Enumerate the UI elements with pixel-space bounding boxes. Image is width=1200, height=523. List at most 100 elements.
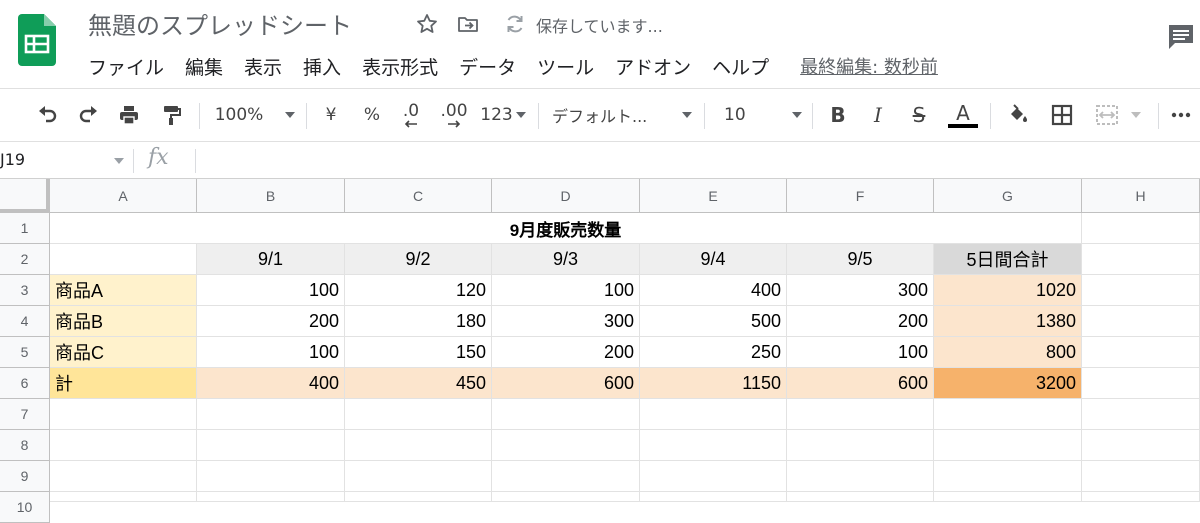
empty-cell[interactable] <box>934 492 1082 502</box>
value-cell[interactable]: 400 <box>640 275 787 306</box>
chevron-down-icon[interactable] <box>114 158 124 164</box>
menu-addons[interactable]: アドオン <box>615 53 691 80</box>
star-icon[interactable] <box>415 12 439 36</box>
more-options-icon[interactable] <box>1166 89 1196 141</box>
name-box[interactable]: J19 <box>0 150 25 169</box>
empty-cell[interactable] <box>640 492 787 502</box>
empty-cell[interactable] <box>50 430 197 461</box>
undo-icon[interactable] <box>30 89 64 141</box>
menu-file[interactable]: ファイル <box>88 53 164 80</box>
cell-h3[interactable] <box>1082 275 1200 306</box>
value-cell[interactable]: 100 <box>197 337 345 368</box>
product-label-cell[interactable]: 商品A <box>50 275 197 306</box>
empty-cell[interactable] <box>787 399 934 430</box>
empty-cell[interactable] <box>640 461 787 492</box>
strikethrough-button[interactable]: S <box>904 89 934 141</box>
row-sum-cell[interactable]: 1020 <box>934 275 1082 306</box>
cell-h2[interactable] <box>1082 244 1200 275</box>
row-header-5[interactable]: 5 <box>0 337 50 368</box>
row-header-2[interactable]: 2 <box>0 244 50 275</box>
empty-cell[interactable] <box>1082 399 1200 430</box>
column-header-e[interactable]: E <box>640 179 787 213</box>
empty-cell[interactable] <box>197 461 345 492</box>
empty-cell[interactable] <box>640 430 787 461</box>
date-header-cell[interactable]: 9/1 <box>197 244 345 275</box>
italic-button[interactable]: I <box>864 89 892 141</box>
row-header-8[interactable]: 8 <box>0 430 50 461</box>
increase-decimals-button[interactable]: .00 <box>436 89 472 141</box>
sheet-title-cell[interactable]: 9月度販売数量 <box>50 213 1082 244</box>
row-header-9[interactable]: 9 <box>0 461 50 492</box>
empty-cell[interactable] <box>787 430 934 461</box>
comments-icon[interactable] <box>1166 22 1196 52</box>
date-header-cell[interactable]: 9/2 <box>345 244 492 275</box>
percent-format-button[interactable]: % <box>359 89 385 141</box>
empty-cell[interactable] <box>345 430 492 461</box>
menu-edit[interactable]: 編集 <box>185 53 223 80</box>
cell-h6[interactable] <box>1082 368 1200 399</box>
value-cell[interactable]: 100 <box>492 275 640 306</box>
empty-cell[interactable] <box>1082 461 1200 492</box>
fill-color-icon[interactable] <box>1002 89 1034 141</box>
row-sum-cell[interactable]: 800 <box>934 337 1082 368</box>
column-header-c[interactable]: C <box>345 179 492 213</box>
column-header-h[interactable]: H <box>1082 179 1200 213</box>
redo-icon[interactable] <box>72 89 106 141</box>
bold-button[interactable]: B <box>824 89 852 141</box>
row-header-4[interactable]: 4 <box>0 306 50 337</box>
cell-h4[interactable] <box>1082 306 1200 337</box>
column-total-cell[interactable]: 600 <box>492 368 640 399</box>
empty-cell[interactable] <box>787 461 934 492</box>
zoom-select[interactable]: 100% <box>210 89 300 141</box>
value-cell[interactable]: 120 <box>345 275 492 306</box>
column-header-a[interactable]: A <box>50 179 197 213</box>
menu-view[interactable]: 表示 <box>244 53 282 80</box>
cell-h5[interactable] <box>1082 337 1200 368</box>
empty-cell[interactable] <box>50 399 197 430</box>
menu-tools[interactable]: ツール <box>537 53 594 80</box>
row-header-3[interactable]: 3 <box>0 275 50 306</box>
menu-help[interactable]: ヘルプ <box>712 53 769 80</box>
text-color-button[interactable]: A <box>946 89 980 141</box>
decrease-decimals-button[interactable]: .0 <box>396 89 426 141</box>
borders-icon[interactable] <box>1046 89 1078 141</box>
menu-format[interactable]: 表示形式 <box>362 53 438 80</box>
sum-header-cell[interactable]: 5日間合計 <box>934 244 1082 275</box>
empty-cell[interactable] <box>492 461 640 492</box>
merge-cells-icon[interactable] <box>1088 89 1148 141</box>
last-edit-link[interactable]: 最終編集: 数秒前 <box>800 53 938 79</box>
paint-format-icon[interactable] <box>154 89 188 141</box>
row-header-6[interactable]: 6 <box>0 368 50 399</box>
print-icon[interactable] <box>112 89 146 141</box>
value-cell[interactable]: 300 <box>492 306 640 337</box>
empty-cell[interactable] <box>1082 492 1200 502</box>
move-to-folder-icon[interactable] <box>456 12 480 36</box>
empty-cell[interactable] <box>197 492 345 502</box>
empty-cell[interactable] <box>197 430 345 461</box>
empty-cell[interactable] <box>345 492 492 502</box>
document-title[interactable]: 無題のスプレッドシート <box>88 6 352 41</box>
empty-cell[interactable] <box>50 492 197 502</box>
column-header-g[interactable]: G <box>934 179 1082 213</box>
font-size-select[interactable]: 10 <box>724 89 802 141</box>
value-cell[interactable]: 300 <box>787 275 934 306</box>
value-cell[interactable]: 200 <box>492 337 640 368</box>
empty-cell[interactable] <box>787 492 934 502</box>
value-cell[interactable]: 200 <box>197 306 345 337</box>
empty-cell[interactable] <box>492 492 640 502</box>
menu-data[interactable]: データ <box>459 53 516 80</box>
empty-cell[interactable] <box>50 461 197 492</box>
empty-cell[interactable] <box>934 461 1082 492</box>
menu-insert[interactable]: 挿入 <box>303 53 341 80</box>
more-formats-button[interactable]: 123 <box>478 89 528 141</box>
value-cell[interactable]: 150 <box>345 337 492 368</box>
formula-input[interactable] <box>205 150 1185 172</box>
product-label-cell[interactable]: 商品B <box>50 306 197 337</box>
date-header-cell[interactable]: 9/5 <box>787 244 934 275</box>
date-header-cell[interactable]: 9/3 <box>492 244 640 275</box>
column-total-cell[interactable]: 400 <box>197 368 345 399</box>
sheets-logo-icon[interactable] <box>18 14 56 66</box>
total-label-cell[interactable]: 計 <box>50 368 197 399</box>
column-total-cell[interactable]: 600 <box>787 368 934 399</box>
font-family-select[interactable]: デフォルト... <box>552 89 692 141</box>
